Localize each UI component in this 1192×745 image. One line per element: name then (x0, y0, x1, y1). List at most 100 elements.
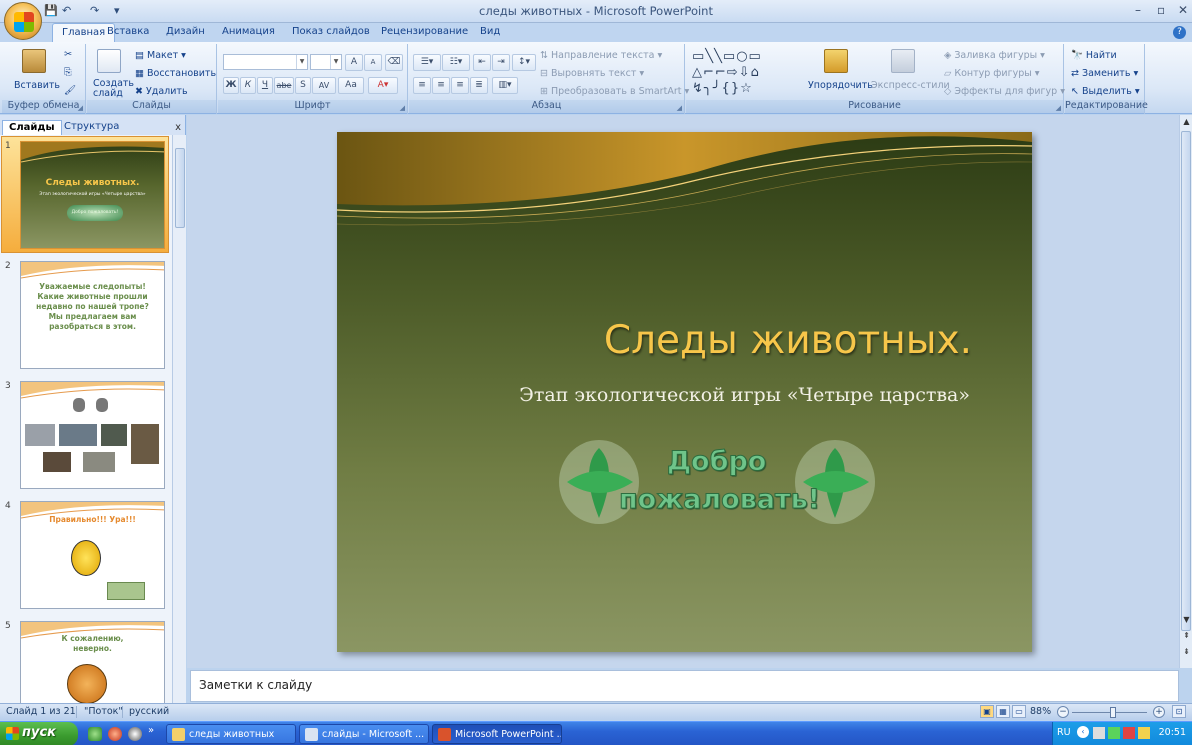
tab-insert[interactable]: Вставка (107, 26, 149, 37)
slide-thumb-4[interactable]: Правильно!!! Ура!!! (20, 501, 165, 609)
notes-pane[interactable]: Заметки к слайду (190, 670, 1179, 702)
zoom-out-icon[interactable]: − (1057, 706, 1069, 718)
fit-to-window-icon[interactable]: ⊡ (1172, 705, 1186, 718)
grow-font-button[interactable]: A (345, 54, 363, 71)
quicklaunch-icon[interactable] (88, 727, 102, 741)
help-icon[interactable]: ? (1173, 26, 1186, 39)
zoom-slider-knob[interactable] (1110, 707, 1117, 718)
bullets-icon[interactable]: ☰▾ (413, 54, 441, 71)
tab-design[interactable]: Дизайн (166, 26, 205, 37)
antivirus-icon[interactable] (1123, 727, 1135, 739)
editor-scrollbar[interactable]: ▲ ▼ ⇞ ⇟ (1179, 115, 1192, 668)
current-slide[interactable]: Следы животных. Этап экологической игры … (337, 132, 1032, 652)
line-spacing-icon[interactable]: ↕▾ (512, 54, 536, 71)
font-color-button[interactable]: A▾ (368, 77, 398, 94)
char-spacing-button[interactable]: AV (312, 77, 336, 94)
shapes-gallery[interactable]: ▭╲╲▭○▭ △⌐⌐⇨⇩⌂ ↯╮╯{}☆ (692, 49, 797, 97)
clock[interactable]: 20:51 (1159, 727, 1186, 738)
font-family-combo[interactable]: ▼ (223, 54, 308, 70)
replace-button[interactable]: ⇄ Заменить ▾ (1071, 68, 1138, 79)
volume-icon[interactable] (1138, 727, 1150, 739)
shape-outline-button[interactable]: ▱ Контур фигуры ▾ (944, 68, 1040, 79)
align-right-icon[interactable]: ≡ (451, 77, 469, 94)
shadow-button[interactable]: S (295, 77, 311, 94)
scroll-thumb[interactable] (175, 148, 185, 228)
align-left-icon[interactable]: ≡ (413, 77, 431, 94)
thumbnail-scrollbar[interactable] (172, 135, 186, 703)
zoom-in-icon[interactable]: + (1153, 706, 1165, 718)
columns-icon[interactable]: ▥▾ (492, 77, 518, 94)
task-slides[interactable]: слайды - Microsoft ... (299, 724, 429, 744)
scroll-down-icon[interactable]: ▼ (1180, 615, 1192, 624)
shape-fill-button[interactable]: ◈ Заливка фигуры ▾ (944, 50, 1045, 61)
paste-button[interactable]: Вставить (14, 80, 60, 91)
clear-format-icon[interactable]: ⌫ (385, 54, 403, 71)
tab-home[interactable]: Главная (52, 23, 116, 43)
slide-thumb-3[interactable] (20, 381, 165, 489)
bold-button[interactable]: Ж (223, 77, 239, 94)
cut-icon[interactable]: ✂ (64, 49, 72, 60)
slide-thumb-5[interactable]: К сожалению, неверно. (20, 621, 165, 703)
tray-expand-icon[interactable]: ‹ (1077, 726, 1089, 738)
align-center-icon[interactable]: ≡ (432, 77, 450, 94)
network-icon[interactable] (1093, 727, 1105, 739)
clipboard-launcher-icon[interactable]: ◢ (78, 104, 83, 112)
arrange-button[interactable]: Упорядочить (808, 80, 873, 91)
tab-outline[interactable]: Структура (58, 120, 125, 135)
language-indicator[interactable]: русский (129, 706, 169, 717)
scroll-up-icon[interactable]: ▲ (1180, 117, 1192, 126)
find-button[interactable]: 🔭 Найти (1071, 50, 1117, 61)
close-icon[interactable]: ✕ (1178, 3, 1188, 17)
delete-slide-button[interactable]: ✖ Удалить (135, 86, 188, 97)
font-launcher-icon[interactable]: ◢ (400, 104, 405, 112)
justify-icon[interactable]: ≣ (470, 77, 488, 94)
strikethrough-button[interactable]: abe (274, 77, 294, 94)
new-slide-button[interactable]: Создать слайд (93, 79, 134, 99)
drawing-launcher-icon[interactable]: ◢ (1056, 104, 1061, 112)
restore-icon[interactable]: ▫ (1157, 3, 1165, 17)
text-direction-button[interactable]: ⇅ Направление текста ▾ (540, 50, 662, 61)
decrease-indent-icon[interactable]: ⇤ (473, 54, 491, 71)
slide-title[interactable]: Следы животных. (604, 318, 972, 363)
slide-subtitle[interactable]: Этап экологической игры «Четыре царства» (519, 384, 970, 406)
tab-view[interactable]: Вид (480, 26, 500, 37)
layout-button[interactable]: ▤ Макет ▾ (135, 50, 186, 61)
align-text-button[interactable]: ⊟ Выровнять текст ▾ (540, 68, 644, 79)
minimize-icon[interactable]: – (1135, 3, 1141, 17)
tray-app-icon[interactable] (1108, 727, 1120, 739)
tab-slides[interactable]: Слайды (2, 120, 62, 135)
italic-button[interactable]: К (240, 77, 256, 94)
media-player-icon[interactable] (128, 727, 142, 741)
keyboard-language[interactable]: RU (1057, 727, 1071, 738)
scroll-thumb[interactable] (1181, 131, 1191, 631)
paragraph-launcher-icon[interactable]: ◢ (677, 104, 682, 112)
smartart-button[interactable]: ⊞ Преобразовать в SmartArt ▾ (540, 86, 689, 97)
tab-review[interactable]: Рецензирование (381, 26, 468, 37)
tab-slideshow[interactable]: Показ слайдов (292, 26, 370, 37)
shape-effects-button[interactable]: ◇ Эффекты для фигур ▾ (944, 86, 1065, 97)
slideshow-view-icon[interactable]: ▭ (1012, 705, 1026, 718)
task-folder[interactable]: следы животных (166, 724, 296, 744)
font-size-combo[interactable]: ▼ (310, 54, 342, 70)
previous-slide-icon[interactable]: ⇞ (1180, 631, 1192, 640)
reset-button[interactable]: ▦ Восстановить (135, 68, 216, 79)
shrink-font-button[interactable]: A (364, 54, 382, 71)
slide-thumb-2[interactable]: Уважаемые следопыты! Какие животные прош… (20, 261, 165, 369)
quicklaunch-expand-icon[interactable]: » (148, 725, 154, 736)
format-painter-icon[interactable]: 🖌 (64, 85, 76, 96)
underline-button[interactable]: Ч (257, 77, 273, 94)
zoom-level[interactable]: 88% (1030, 706, 1051, 717)
slide-thumb-1[interactable]: Следы животных. Этап экологической игры … (20, 141, 165, 249)
tab-animation[interactable]: Анимация (222, 26, 275, 37)
copy-icon[interactable]: ⎘ (64, 67, 72, 78)
slide-sorter-icon[interactable]: ▦ (996, 705, 1010, 718)
increase-indent-icon[interactable]: ⇥ (492, 54, 510, 71)
select-button[interactable]: ↖ Выделить ▾ (1071, 86, 1140, 97)
welcome-image[interactable]: Добро пожаловать! (557, 438, 877, 530)
normal-view-icon[interactable]: ▣ (980, 705, 994, 718)
numbering-icon[interactable]: ☷▾ (442, 54, 470, 71)
quick-styles-button[interactable]: Экспресс-стили (871, 80, 950, 91)
start-button[interactable]: пуск (0, 722, 78, 745)
change-case-button[interactable]: Aa (338, 77, 364, 94)
opera-icon[interactable] (108, 727, 122, 741)
